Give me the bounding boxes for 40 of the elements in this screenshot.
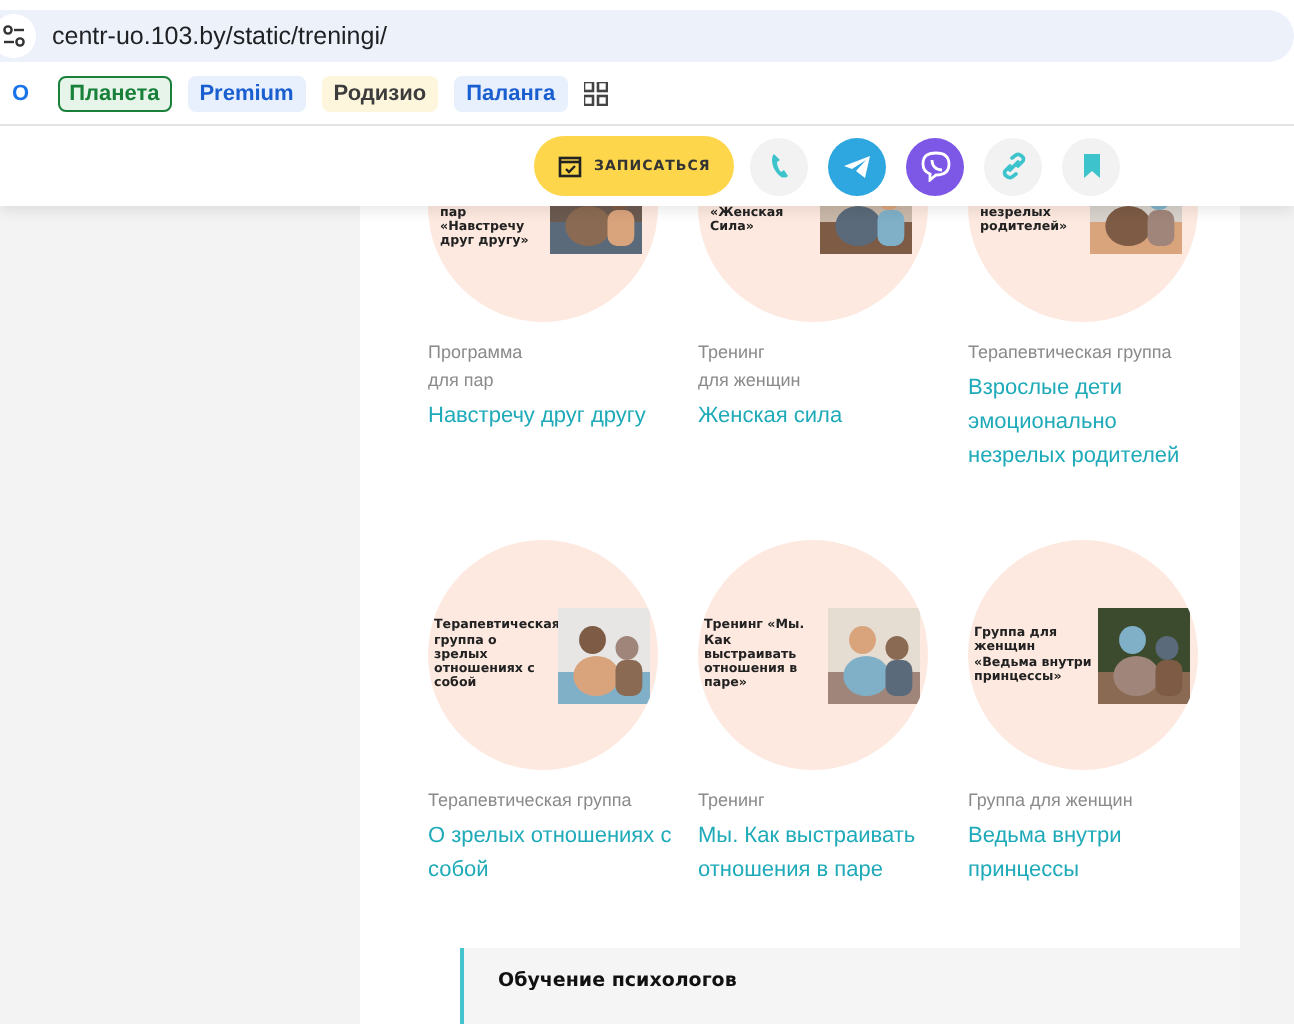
section-title: Обучение психологов (498, 970, 737, 992)
card-title-link[interactable]: принцессы (968, 854, 1079, 888)
card-title-link[interactable]: Взрослые дети (968, 372, 1122, 406)
card-category: Тренинг (698, 788, 767, 814)
card-title-link[interactable]: отношения в паре (698, 854, 883, 888)
card-category: Группа для женщин (968, 788, 1135, 814)
card-title-link[interactable]: Женская сила (698, 400, 843, 434)
url-text: centr-uo.103.by/static/treningi/ (52, 21, 387, 49)
link-button[interactable] (984, 137, 1043, 195)
bookmark-button[interactable] (1062, 137, 1121, 195)
card-title-link[interactable]: незрелых родителей (968, 440, 1180, 474)
calendar-check-icon (558, 154, 582, 178)
viber-button[interactable] (906, 137, 965, 195)
card-title-link[interactable]: О зрелых отношениях с (428, 820, 672, 854)
phone-button[interactable] (750, 137, 809, 195)
bookmark-chip[interactable]: Паланга (454, 75, 568, 111)
phone-bubble-icon (919, 150, 952, 182)
card-category: Программа (428, 340, 525, 366)
apps-grid-icon[interactable] (583, 81, 608, 105)
tune-icon[interactable] (2, 23, 26, 47)
bookmark-chip[interactable]: Premium (187, 75, 306, 111)
bookmark-chip[interactable]: О (0, 75, 42, 111)
card-title-link[interactable]: Ведьма внутри (968, 820, 1122, 854)
card-title-link[interactable]: собой (428, 854, 489, 888)
card-category: Тренинг (698, 340, 767, 366)
card-category: для женщин (698, 368, 803, 394)
card-category: для пар (428, 368, 496, 394)
bookmark-chip[interactable]: Родизио (321, 75, 439, 111)
card-category: Терапевтическая группа (968, 340, 1174, 366)
card-title-link[interactable]: Мы. Как выстраивать (698, 820, 916, 854)
card-title-link[interactable]: эмоционально (968, 406, 1117, 440)
phone-icon (767, 152, 792, 180)
bookmark-chip[interactable]: Планета (57, 75, 172, 111)
address-bar[interactable]: centr-uo.103.by/static/treningi/ (0, 9, 1294, 61)
card-title-link[interactable]: Навстречу друг другу (428, 400, 646, 434)
link-icon (999, 152, 1028, 180)
bookmark-icon (1081, 152, 1102, 180)
paper-plane-icon (842, 153, 873, 179)
telegram-button[interactable] (828, 137, 887, 195)
card-category: Терапевтическая группа (428, 788, 634, 814)
